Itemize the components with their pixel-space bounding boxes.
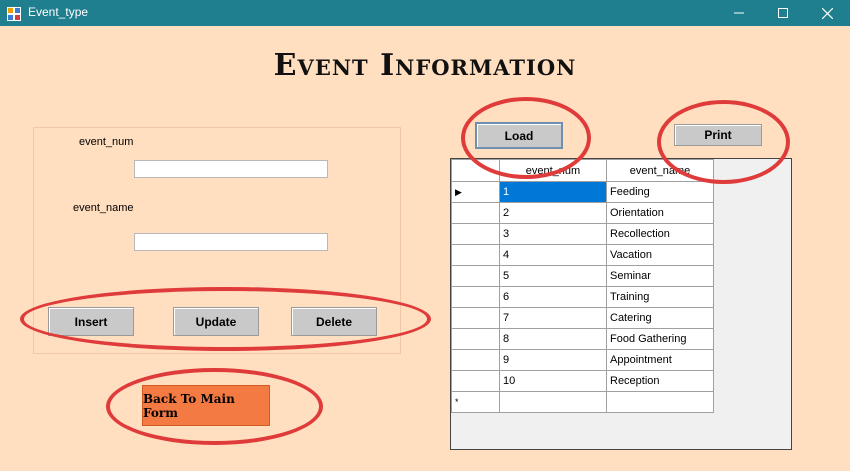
event-num-field[interactable] xyxy=(134,160,328,178)
cell-event-num[interactable]: 1 xyxy=(499,181,607,203)
event-name-field[interactable] xyxy=(134,233,328,251)
row-header[interactable]: * xyxy=(451,391,500,413)
cell-event-num[interactable]: 7 xyxy=(499,307,607,329)
grid-table: event_num event_name ▶ 1 Feeding 2 Orien… xyxy=(451,159,714,413)
page-title: Event Information xyxy=(273,48,577,83)
cell-event-num[interactable]: 8 xyxy=(499,328,607,350)
table-row[interactable]: 3 Recollection xyxy=(451,223,714,245)
update-button[interactable]: Update xyxy=(173,307,259,336)
cell-event-name[interactable]: Catering xyxy=(606,307,714,329)
cell-event-num[interactable]: 3 xyxy=(499,223,607,245)
close-icon xyxy=(821,7,833,19)
table-row[interactable]: 8 Food Gathering xyxy=(451,328,714,350)
window-title: Event_type xyxy=(28,5,89,19)
cell-event-name[interactable]: Training xyxy=(606,286,714,308)
cell-event-name[interactable]: Vacation xyxy=(606,244,714,266)
close-button[interactable] xyxy=(804,0,850,26)
row-header[interactable] xyxy=(451,328,500,350)
table-row[interactable]: 6 Training xyxy=(451,286,714,308)
row-header[interactable] xyxy=(451,244,500,266)
table-row[interactable]: ▶ 1 Feeding xyxy=(451,181,714,203)
column-header-event-name[interactable]: event_name xyxy=(606,159,714,182)
cell-event-name[interactable]: Food Gathering xyxy=(606,328,714,350)
row-header-corner xyxy=(451,159,500,182)
current-row-marker-icon: ▶ xyxy=(455,187,462,197)
cell-event-num[interactable]: 5 xyxy=(499,265,607,287)
title-bar: Event_type xyxy=(0,0,850,26)
minimize-icon xyxy=(734,12,744,14)
delete-button[interactable]: Delete xyxy=(291,307,377,336)
cell-event-name[interactable] xyxy=(606,391,714,413)
grid-header-row: event_num event_name xyxy=(451,159,714,182)
row-header[interactable]: ▶ xyxy=(451,181,500,203)
table-row[interactable]: 5 Seminar xyxy=(451,265,714,287)
back-to-main-form-button[interactable]: Back To Main Form xyxy=(142,385,270,426)
column-header-event-num[interactable]: event_num xyxy=(499,159,607,182)
cell-event-name[interactable]: Orientation xyxy=(606,202,714,224)
event-num-label: event_num xyxy=(79,136,134,148)
insert-button[interactable]: Insert xyxy=(48,307,134,336)
cell-event-num[interactable]: 6 xyxy=(499,286,607,308)
cell-event-name[interactable]: Recollection xyxy=(606,223,714,245)
event-name-label: event_name xyxy=(73,202,134,214)
print-button[interactable]: Print xyxy=(674,124,762,146)
maximize-button[interactable] xyxy=(760,0,806,26)
row-header[interactable] xyxy=(451,202,500,224)
table-row[interactable]: 2 Orientation xyxy=(451,202,714,224)
row-header[interactable] xyxy=(451,286,500,308)
row-header[interactable] xyxy=(451,223,500,245)
row-header[interactable] xyxy=(451,265,500,287)
row-header[interactable] xyxy=(451,349,500,371)
table-row[interactable]: 7 Catering xyxy=(451,307,714,329)
new-row-marker-icon: * xyxy=(455,397,459,407)
cell-event-name[interactable]: Reception xyxy=(606,370,714,392)
load-button[interactable]: Load xyxy=(475,122,563,149)
cell-event-name[interactable]: Feeding xyxy=(606,181,714,203)
app-icon xyxy=(7,6,21,21)
cell-event-num[interactable]: 9 xyxy=(499,349,607,371)
row-header[interactable] xyxy=(451,370,500,392)
table-row[interactable]: 9 Appointment xyxy=(451,349,714,371)
table-row[interactable]: 10 Reception xyxy=(451,370,714,392)
events-data-grid[interactable]: event_num event_name ▶ 1 Feeding 2 Orien… xyxy=(450,158,792,450)
table-row[interactable]: 4 Vacation xyxy=(451,244,714,266)
maximize-icon xyxy=(778,8,788,18)
cell-event-num[interactable] xyxy=(499,391,607,413)
row-header[interactable] xyxy=(451,307,500,329)
cell-event-num[interactable]: 4 xyxy=(499,244,607,266)
cell-event-num[interactable]: 2 xyxy=(499,202,607,224)
cell-event-name[interactable]: Seminar xyxy=(606,265,714,287)
minimize-button[interactable] xyxy=(716,0,762,26)
new-row[interactable]: * xyxy=(451,391,714,413)
cell-event-num[interactable]: 10 xyxy=(499,370,607,392)
cell-event-name[interactable]: Appointment xyxy=(606,349,714,371)
